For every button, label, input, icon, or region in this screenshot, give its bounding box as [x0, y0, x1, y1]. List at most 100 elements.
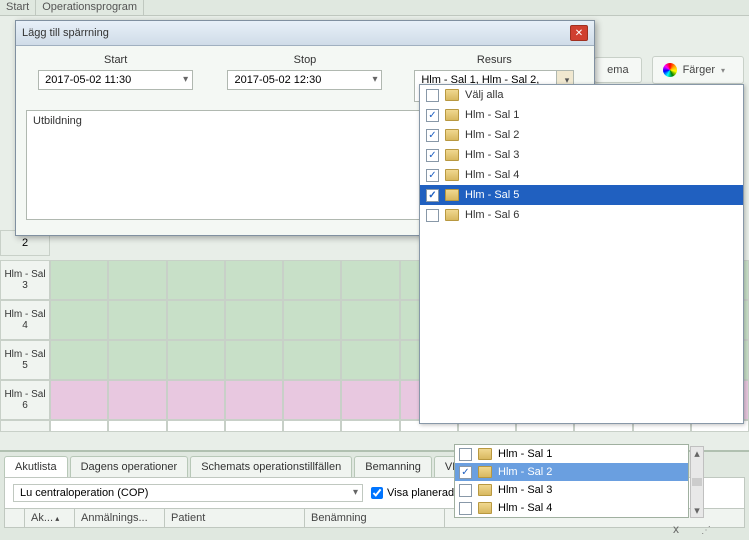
- bottom-tab[interactable]: Dagens operationer: [70, 456, 189, 477]
- checkbox-icon[interactable]: [459, 484, 472, 497]
- schedule-cell[interactable]: [167, 380, 225, 420]
- chevron-down-icon: ▾: [721, 66, 725, 75]
- folder-icon: [445, 169, 459, 181]
- column-header[interactable]: [5, 509, 25, 527]
- bottom-tab[interactable]: Schemats operationstillfällen: [190, 456, 352, 477]
- column-header[interactable]: Benämning: [305, 509, 445, 527]
- schedule-cell[interactable]: [225, 260, 283, 300]
- clinic-combo[interactable]: Lu centraloperation (COP): [13, 484, 363, 502]
- schedule-cell[interactable]: [167, 420, 225, 432]
- dropdown-item[interactable]: Hlm - Sal 4: [420, 165, 743, 185]
- schedule-cell[interactable]: [341, 420, 399, 432]
- schedule-cell[interactable]: [167, 340, 225, 380]
- stop-datetime-input[interactable]: 2017-05-02 12:30: [227, 70, 382, 90]
- dropdown-item[interactable]: Hlm - Sal 6: [420, 205, 743, 225]
- checkbox-icon[interactable]: [426, 189, 439, 202]
- schedule-row-label: Hlm - Sal 6: [0, 380, 50, 420]
- schedule-cell[interactable]: [225, 380, 283, 420]
- column-header[interactable]: Patient: [165, 509, 305, 527]
- show-planned-checkbox[interactable]: Visa planerade: [371, 487, 460, 499]
- schedule-cell[interactable]: [50, 300, 108, 340]
- resource-list-item[interactable]: Hlm - Sal 1: [455, 445, 688, 463]
- resource-list-label: Hlm - Sal 3: [498, 484, 552, 496]
- schedule-cell[interactable]: [108, 380, 166, 420]
- scrollbar[interactable]: ▴▾: [690, 446, 704, 518]
- resource-picker-close[interactable]: x: [673, 522, 679, 536]
- column-header[interactable]: Anmälnings...: [75, 509, 165, 527]
- schedule-cell[interactable]: [283, 420, 341, 432]
- schedule-cell[interactable]: [167, 260, 225, 300]
- dropdown-item-label: Hlm - Sal 3: [465, 149, 519, 161]
- show-planned-input[interactable]: [371, 487, 383, 499]
- checkbox-icon[interactable]: [426, 129, 439, 142]
- chevron-down-icon: ▾: [565, 75, 570, 86]
- app-tab-start[interactable]: Start: [0, 0, 36, 15]
- schedule-cell[interactable]: [283, 340, 341, 380]
- checkbox-icon[interactable]: [426, 149, 439, 162]
- dropdown-item[interactable]: Hlm - Sal 5: [420, 185, 743, 205]
- folder-icon: [445, 209, 459, 221]
- schedule-cell[interactable]: [341, 300, 399, 340]
- resource-picker-bottom[interactable]: Hlm - Sal 1 Hlm - Sal 2 Hlm - Sal 3 Hlm - S…: [454, 444, 689, 518]
- schedule-cell[interactable]: [341, 260, 399, 300]
- bottom-tab[interactable]: Akutlista: [4, 456, 68, 477]
- schedule-cell[interactable]: [283, 380, 341, 420]
- colors-button[interactable]: Färger ▾: [652, 56, 744, 84]
- schedule-cell[interactable]: [50, 260, 108, 300]
- schedule-cell[interactable]: [283, 260, 341, 300]
- folder-icon: [445, 189, 459, 201]
- schedule-cell[interactable]: [341, 340, 399, 380]
- dropdown-item[interactable]: Välj alla: [420, 85, 743, 105]
- checkbox-icon[interactable]: [459, 448, 472, 461]
- dropdown-item[interactable]: Hlm - Sal 3: [420, 145, 743, 165]
- dialog-titlebar[interactable]: Lägg till spärrning ✕: [16, 21, 594, 46]
- schedule-cell[interactable]: [283, 300, 341, 340]
- bottom-tab[interactable]: Bemanning: [354, 456, 432, 477]
- checkbox-icon[interactable]: [426, 89, 439, 102]
- checkbox-icon[interactable]: [426, 109, 439, 122]
- dropdown-item-label: Hlm - Sal 5: [465, 189, 519, 201]
- resource-list-label: Hlm - Sal 1: [498, 448, 552, 460]
- start-datetime-input[interactable]: 2017-05-02 11:30: [38, 70, 193, 90]
- resource-list-item[interactable]: Hlm - Sal 2: [455, 463, 688, 481]
- checkbox-icon[interactable]: [426, 169, 439, 182]
- schedule-cell[interactable]: [108, 420, 166, 432]
- resource-dropdown[interactable]: Välj alla Hlm - Sal 1Hlm - Sal 2 Hlm - Sal…: [419, 84, 744, 424]
- app-tab-operations[interactable]: Operationsprogram: [36, 0, 144, 15]
- stop-label: Stop: [294, 54, 317, 66]
- schedule-cell[interactable]: [225, 300, 283, 340]
- resource-label: Resurs: [477, 54, 512, 66]
- schedule-cell[interactable]: [225, 340, 283, 380]
- ema-button[interactable]: ema: [594, 57, 641, 83]
- folder-icon: [478, 448, 492, 460]
- folder-icon: [445, 109, 459, 121]
- schedule-row-label: Hlm - Sal 3: [0, 260, 50, 300]
- dialog-title-text: Lägg till spärrning: [22, 27, 109, 39]
- resource-list-item[interactable]: Hlm - Sal 4: [455, 499, 688, 517]
- resource-list-item[interactable]: Hlm - Sal 3: [455, 481, 688, 499]
- resource-list-label: Hlm - Sal 2: [498, 466, 552, 478]
- checkbox-icon[interactable]: [459, 502, 472, 515]
- schedule-cell[interactable]: [108, 260, 166, 300]
- dialog-close-button[interactable]: ✕: [570, 25, 588, 41]
- schedule-cell[interactable]: [225, 420, 283, 432]
- schedule-cell[interactable]: [341, 380, 399, 420]
- schedule-cell[interactable]: [108, 340, 166, 380]
- dropdown-item-label: Hlm - Sal 4: [465, 169, 519, 181]
- checkbox-icon[interactable]: [459, 466, 472, 479]
- dropdown-item-label: Välj alla: [465, 89, 504, 101]
- column-header[interactable]: Ak... ▴: [25, 509, 75, 527]
- dropdown-item[interactable]: Hlm - Sal 1: [420, 105, 743, 125]
- folder-icon: [445, 129, 459, 141]
- schedule-row-label: Hlm - Sal 5: [0, 340, 50, 380]
- folder-icon: [478, 484, 492, 496]
- dropdown-item[interactable]: Hlm - Sal 2: [420, 125, 743, 145]
- schedule-cell[interactable]: [167, 300, 225, 340]
- show-planned-label: Visa planerade: [387, 487, 460, 499]
- schedule-cell[interactable]: [50, 420, 108, 432]
- checkbox-icon[interactable]: [426, 209, 439, 222]
- schedule-cell[interactable]: [50, 340, 108, 380]
- schedule-cell[interactable]: [50, 380, 108, 420]
- schedule-cell[interactable]: [108, 300, 166, 340]
- resize-grip-icon[interactable]: ⋰: [701, 525, 709, 536]
